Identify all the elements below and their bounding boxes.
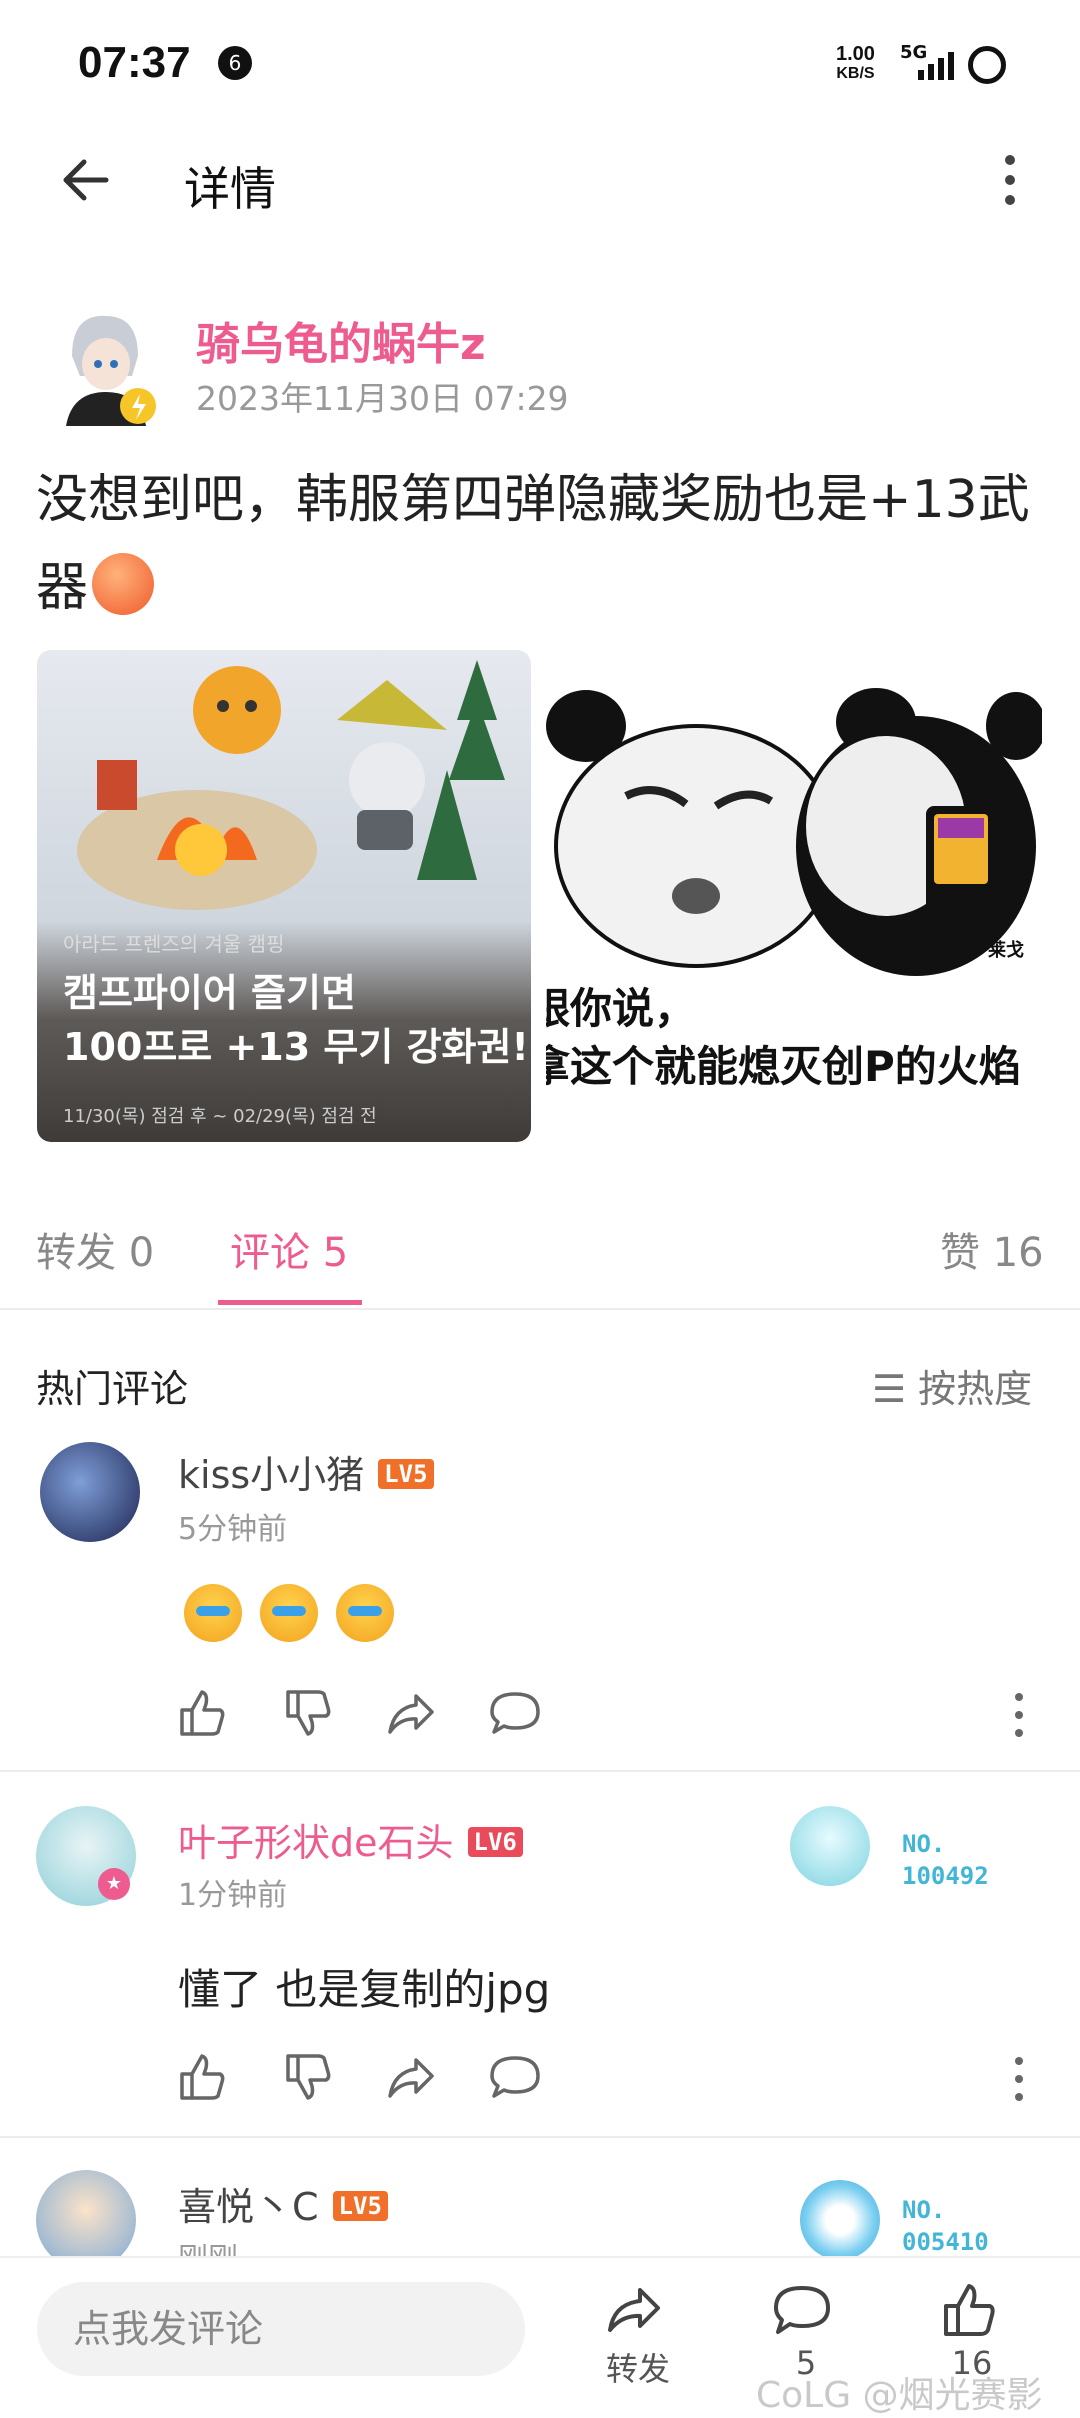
status-time: 07:37 <box>78 38 191 87</box>
image-title: 캠프파이어 즐기면 100프로 +13 무기 강화권! <box>63 971 529 1069</box>
tab-repost[interactable]: 转发 0 <box>36 1220 154 1278</box>
page-title: 详情 <box>184 162 276 216</box>
image-caption: 아라드 프렌즈의 겨울 캠핑 <box>63 932 285 956</box>
signal-icon <box>918 52 954 80</box>
comment-avatar[interactable] <box>36 2170 136 2270</box>
comment-text: 懂了 也是复制的jpg <box>178 1965 551 2014</box>
post-body: 没想到吧，韩服第四弹隐藏奖励也是+13武器 <box>36 456 1046 632</box>
reply-icon[interactable] <box>488 2050 542 2104</box>
watermark: CoLG @烟光赛影 <box>756 2375 1043 2416</box>
level-badge: LV5 <box>332 2191 388 2221</box>
vip-badge-icon: ★ <box>98 1868 130 1900</box>
meme-corner-text: 莱戈 <box>988 940 1024 961</box>
hot-comments-title: 热门评论 <box>36 1367 189 1411</box>
reply-icon[interactable] <box>488 1686 542 1740</box>
post-image-1[interactable]: 아라드 프렌즈의 겨울 캠핑 캠프파이어 즐기면 100프로 +13 무기 강화권… <box>37 650 531 1142</box>
bottom-bar: 点我发评论 转发 5 16 CoLG @烟光赛影 <box>0 2256 1080 2416</box>
comment-time: 5分钟前 <box>178 1512 288 1547</box>
comment-avatar[interactable] <box>40 1442 140 1542</box>
panda-meme-illustration <box>546 686 1042 976</box>
comment-more-icon[interactable] <box>1012 1690 1026 1740</box>
network-speed: 1.00 KB/S <box>836 43 875 82</box>
comment-emojis <box>184 1584 412 1646</box>
medal-icon <box>800 2180 880 2260</box>
comment-time: 1分钟前 <box>178 1878 288 1913</box>
tab-likes[interactable]: 赞 16 <box>940 1220 1044 1278</box>
like-icon[interactable] <box>174 1686 228 1740</box>
comment-author[interactable]: 喜悦丶C LV5 <box>178 2176 388 2231</box>
medal-number: NO. 005410 <box>902 2196 989 2256</box>
share-icon[interactable] <box>384 2050 438 2104</box>
medal-icon <box>790 1806 870 1886</box>
divider <box>0 2136 1080 2138</box>
campfire-illustration <box>77 660 505 910</box>
author-avatar[interactable] <box>52 306 158 426</box>
more-vert-icon[interactable] <box>990 152 1030 208</box>
active-tab-indicator <box>218 1300 362 1305</box>
angry-emoji-icon <box>92 553 155 615</box>
back-arrow-icon[interactable] <box>56 150 116 210</box>
tab-comments[interactable]: 评论 5 <box>230 1220 348 1278</box>
crying-emoji-icon <box>184 1584 242 1642</box>
dislike-icon[interactable] <box>280 2050 334 2104</box>
image-date: 11/30(목) 점검 후 ~ 02/29(목) 점검 전 <box>63 1106 377 1127</box>
like-icon[interactable] <box>174 2050 228 2104</box>
divider <box>0 1770 1080 1772</box>
level-badge: LV6 <box>467 1827 523 1857</box>
comment-icon <box>774 2286 830 2334</box>
list-icon: ☰ <box>872 1367 919 1411</box>
medal-number: NO. 100492 <box>902 1830 989 1890</box>
sort-button[interactable]: ☰ 按热度 <box>872 1358 1032 1413</box>
meme-caption: 跟你说， 拿这个就能熄灭创P的火焰 <box>546 984 1021 1091</box>
author-name[interactable]: 骑乌龟的蜗牛z <box>196 308 486 372</box>
comment-input[interactable]: 点我发评论 <box>37 2282 525 2376</box>
dislike-icon[interactable] <box>280 1686 334 1740</box>
comment-author[interactable]: kiss小小猪 LV5 <box>178 1444 434 1499</box>
level-badge: LV5 <box>378 1459 434 1489</box>
share-icon[interactable] <box>384 1686 438 1740</box>
battery-icon <box>968 46 1006 84</box>
notification-badge: 6 <box>218 46 252 80</box>
divider <box>0 1308 1080 1310</box>
post-image-2[interactable]: 莱戈 跟你说， 拿这个就能熄灭创P的火焰 <box>546 650 1042 1142</box>
comment-author[interactable]: 叶子形状de石头 LV6 <box>178 1812 523 1867</box>
comment-more-icon[interactable] <box>1012 2054 1026 2104</box>
like-icon <box>944 2284 995 2336</box>
crying-emoji-icon <box>336 1584 394 1642</box>
post-text: 没想到吧，韩服第四弹隐藏奖励也是+13武器 <box>36 470 1030 618</box>
repost-icon <box>608 2288 660 2332</box>
post-time: 2023年11月30日 07:29 <box>196 379 569 418</box>
crying-emoji-icon <box>260 1584 318 1642</box>
repost-button[interactable]: 转发 <box>604 2280 672 2390</box>
